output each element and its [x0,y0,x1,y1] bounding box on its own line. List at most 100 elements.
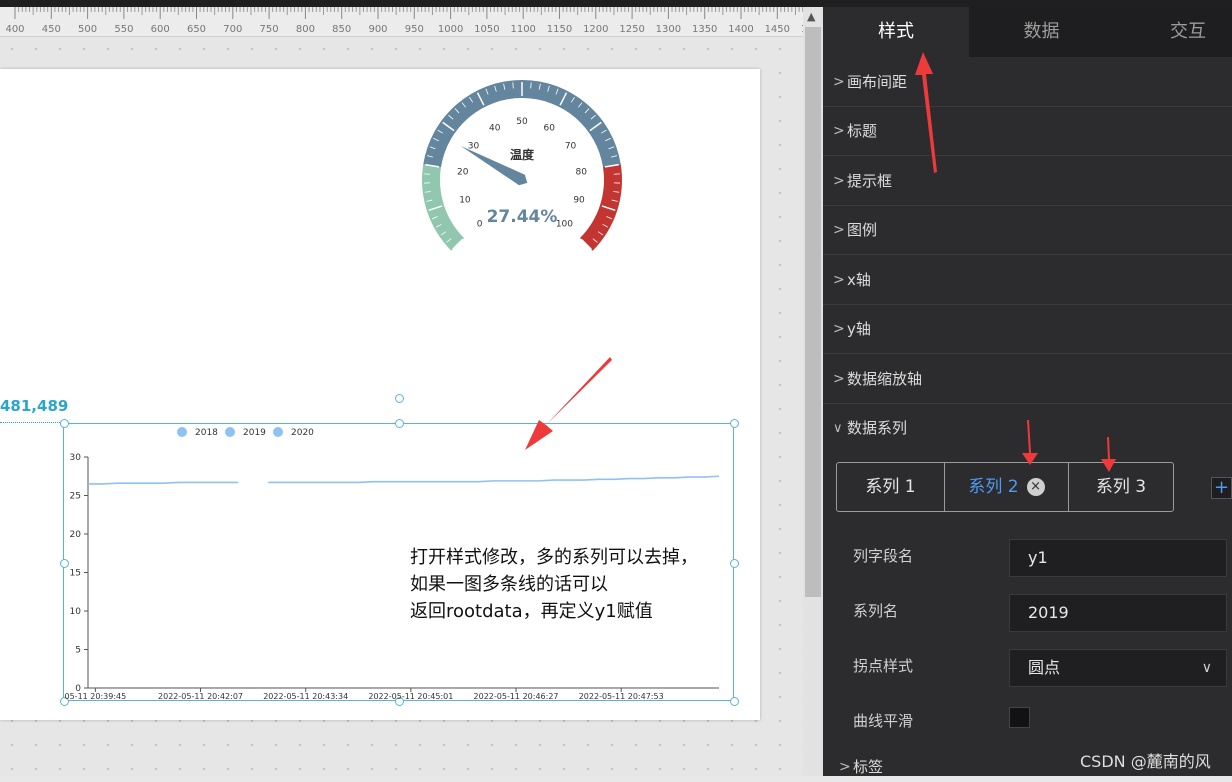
x-tick-label: 05-11 20:39:45 [65,692,127,701]
ruler-label: 400 [5,24,24,35]
partial-dotted-line [0,422,62,423]
series-tabs: 系列 1 系列 2 × 系列 3 [836,462,1174,512]
ruler-label: 800 [296,24,315,35]
close-icon[interactable]: × [1027,478,1045,496]
chevron-right-icon: > [833,206,845,255]
ruler-label: 1000 [438,24,463,35]
annotation-line: 打开样式修改，多的系列可以去掉， [410,544,698,571]
partial-value-label: 481,489 [0,397,68,415]
section-tooltip[interactable]: >提示框 [823,157,1232,206]
series-tab-1[interactable]: 系列 1 [837,463,944,511]
x-tick-label: 2022-05-11 20:47:53 [579,692,664,701]
series-name-label: 系列名 [853,600,898,621]
chevron-right-icon: > [833,157,845,206]
ruler-label: 1100 [510,24,535,35]
series-line [88,482,238,484]
ruler-label: 1300 [656,24,681,35]
ruler-label: 750 [260,24,279,35]
section-canvas-padding[interactable]: >画布间距 [823,58,1232,107]
section-data-series[interactable]: ∨数据系列 [823,404,1232,453]
legend-label: 2018 [195,428,218,438]
series-line [268,476,719,482]
gauge-tick-label: 20 [457,168,469,178]
ruler-label: 1350 [692,24,717,35]
tab-data[interactable]: 数据 [969,7,1114,57]
series-tab-3[interactable]: 系列 3 [1069,463,1173,511]
chevron-right-icon: > [833,58,845,107]
ruler-label: 450 [42,24,61,35]
ruler-ticks: 400 450 500 550 600 650 700 750 800 850 900 950 1000… [0,7,805,36]
field-name-label: 列字段名 [853,545,913,566]
scroll-up-icon[interactable]: ▲ [807,10,815,23]
section-x-axis[interactable]: >x轴 [823,256,1232,305]
gauge-tick-label: 70 [565,142,577,152]
y-tick-label: 15 [70,569,81,579]
series-name-input[interactable]: 2019 [1009,594,1227,632]
y-tick-label: 30 [70,453,82,463]
ruler-label: 1200 [583,24,608,35]
gauge-tick-label: 10 [459,196,471,206]
y-tick-label: 10 [70,607,82,617]
ruler-label: 700 [223,24,242,35]
annotation-line: 返回rootdata，再定义y1赋值 [410,598,698,625]
ruler-label: 550 [114,24,133,35]
symbol-style-select[interactable]: 圆点 ∨ [1009,649,1227,687]
gauge-tick [513,82,514,88]
symbol-style-label: 拐点样式 [853,655,913,676]
horizontal-ruler: 400 450 500 550 600 650 700 750 800 850 900 950 1000… [0,7,805,37]
watermark: CSDN @麓南的风 [1080,748,1211,772]
annotation-line: 如果一图多条线的话可以 [410,571,698,598]
section-data-zoom[interactable]: >数据缩放轴 [823,355,1232,404]
tab-style[interactable]: 样式 [823,7,969,57]
scrollbar-thumb[interactable] [805,27,821,597]
ruler-label: 1050 [474,24,499,35]
chevron-right-icon: > [833,107,845,156]
ruler-label: 1400 [728,24,753,35]
y-tick-label: 20 [70,530,82,540]
ruler-label: 900 [368,24,387,35]
chevron-down-icon: ∨ [1202,650,1212,686]
smooth-checkbox[interactable] [1009,707,1030,728]
gauge-tick-label: 90 [573,196,585,206]
x-tick-label: 2022-05-11 20:43:34 [263,692,348,701]
symbol-style-value: 圆点 [1028,658,1060,677]
section-title[interactable]: >标题 [823,107,1232,156]
chevron-right-icon: > [839,752,851,782]
gauge-tick-label: 80 [576,168,588,178]
gauge-title: 温度 [510,147,535,162]
chevron-right-icon: > [833,355,845,404]
legend-label: 2019 [243,428,266,438]
panel-tabs: 样式 数据 交互 [823,7,1232,57]
ruler-label: 600 [151,24,170,35]
gauge-tick [531,82,532,88]
chevron-down-icon: ∨ [833,404,843,453]
section-y-axis[interactable]: >y轴 [823,305,1232,354]
smooth-label: 曲线平滑 [853,710,913,731]
gauge-tick-label: 40 [489,124,501,134]
canvas-vertical-scrollbar[interactable]: ▲ [803,7,823,776]
section-legend[interactable]: >图例 [823,206,1232,255]
ruler-label: 500 [78,24,97,35]
series-tab-2-label: 系列 2 [968,477,1018,497]
temperature-gauge[interactable]: 0102030405060708090100温度27.44% [400,75,645,275]
y-tick-label: 5 [75,646,81,656]
field-name-input[interactable]: y1 [1009,539,1227,577]
ruler-label: 1250 [619,24,644,35]
ruler-label: 950 [405,24,424,35]
ruler-label: 850 [332,24,351,35]
tab-interaction[interactable]: 交互 [1114,7,1232,57]
legend-marker [177,427,187,437]
ruler-label: 650 [187,24,206,35]
ruler-label: 1150 [547,24,572,35]
chevron-right-icon: > [833,305,845,354]
legend-marker [225,427,235,437]
annotation-text: 打开样式修改，多的系列可以去掉， 如果一图多条线的话可以 返回rootdata，… [410,544,698,625]
y-tick-label: 25 [70,492,81,502]
rotate-handle[interactable] [395,394,404,403]
gauge-tick-label: 100 [556,219,573,229]
add-series-button[interactable]: + [1211,477,1232,499]
chevron-right-icon: > [833,256,845,305]
window-top-strip [0,0,1232,7]
legend-label: 2020 [291,428,314,438]
series-tab-2[interactable]: 系列 2 × [945,463,1068,511]
